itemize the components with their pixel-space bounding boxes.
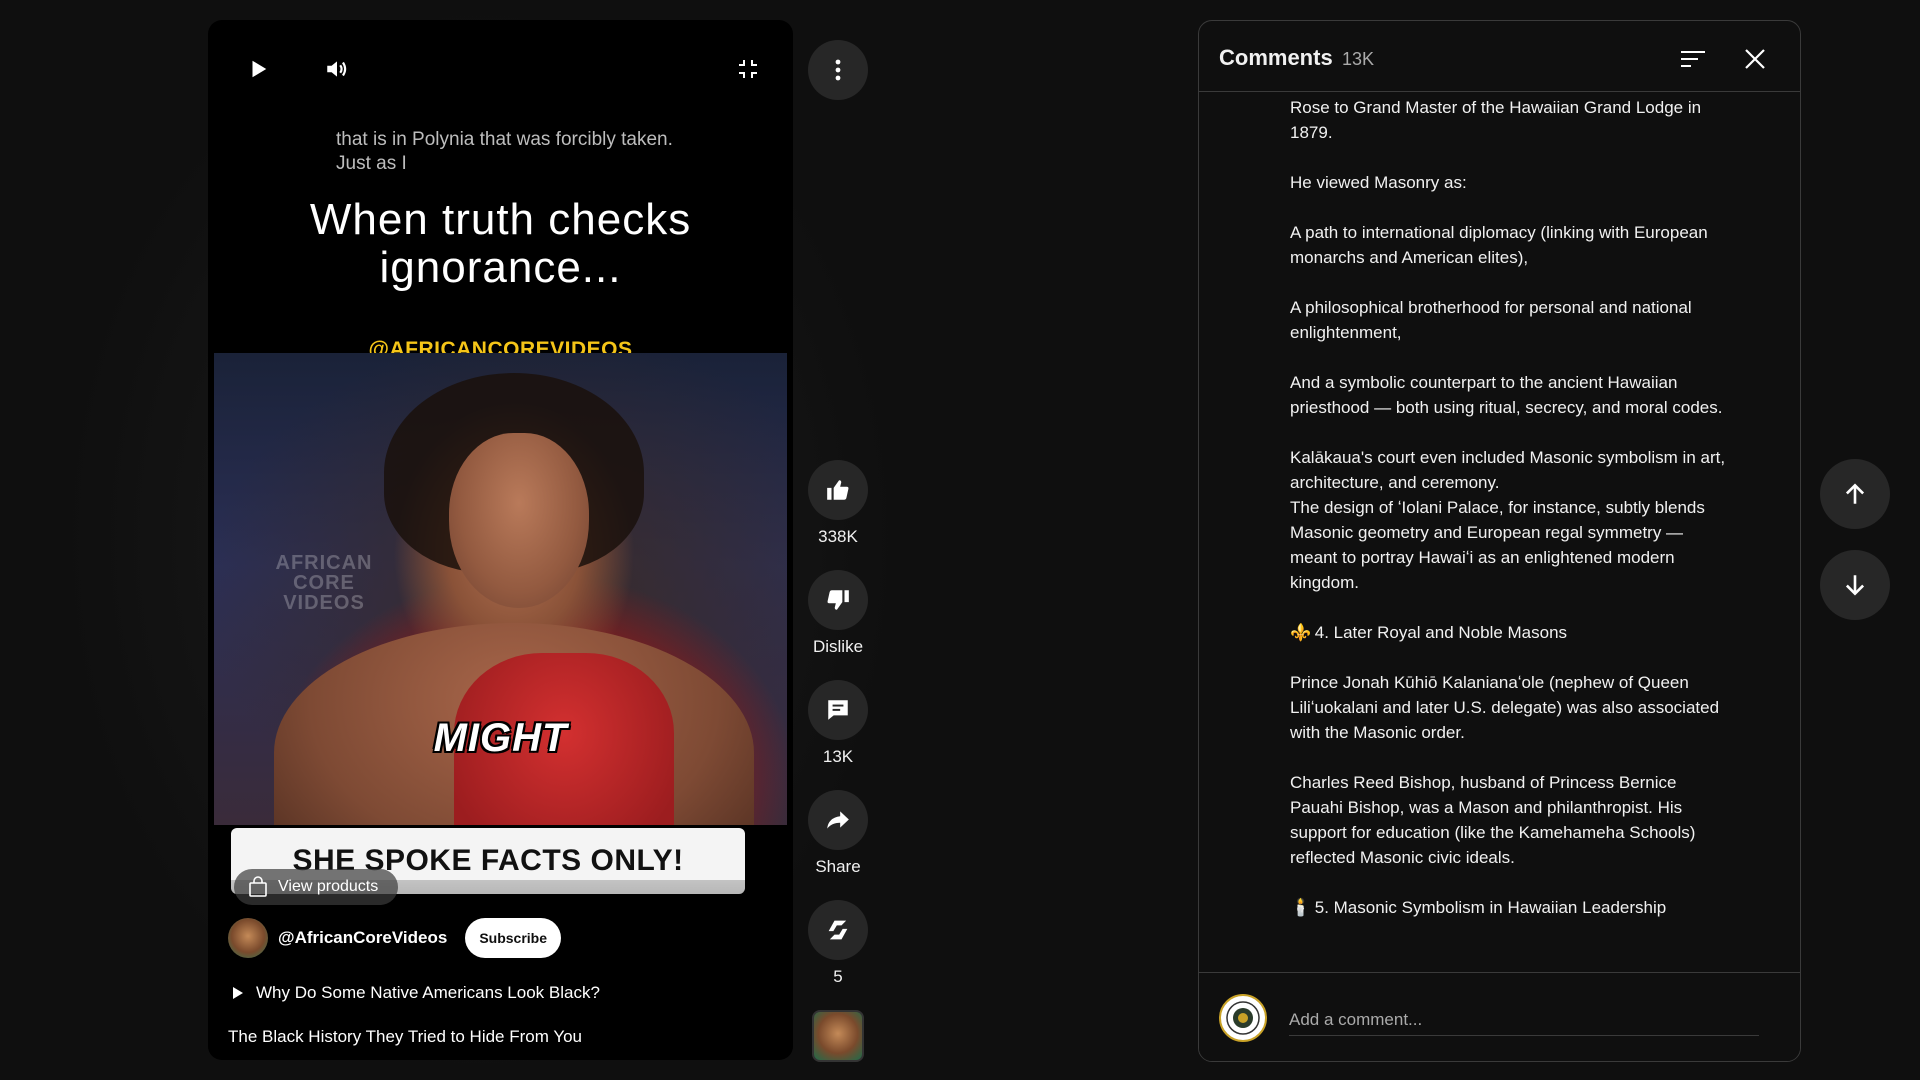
comment-paragraph: Prince Jonah Kūhiō Kalanianaʻole (nephew… — [1290, 673, 1720, 742]
fullscreen-exit-icon — [739, 60, 757, 78]
channel-row: @AfricanCoreVideos Subscribe — [228, 918, 562, 958]
video-headline-text: When truth checks ignorance... — [208, 196, 793, 292]
comments-button[interactable] — [808, 680, 868, 740]
play-icon — [233, 987, 243, 999]
channel-name-link[interactable]: @AfricanCoreVideos — [278, 928, 447, 948]
arrow-down-icon — [1845, 575, 1865, 596]
play-icon — [252, 60, 267, 78]
comment-section-heading: 🕯️ 5. Masonic Symbolism in Hawaiian Lead… — [1290, 895, 1730, 920]
sort-comments-button[interactable] — [1673, 39, 1713, 79]
comment-count: 13K — [822, 747, 854, 766]
volume-icon — [327, 61, 347, 77]
seal-icon — [1226, 1001, 1260, 1035]
view-products-button[interactable]: View products — [234, 869, 399, 905]
user-avatar[interactable] — [1219, 994, 1267, 1042]
exit-fullscreen-button[interactable] — [728, 49, 768, 89]
related-video-title: Why Do Some Native Americans Look Black? — [256, 983, 600, 1002]
channel-avatar[interactable] — [228, 918, 268, 958]
share-label: Share — [815, 857, 861, 876]
live-caption: that is in Polynia that was forcibly tak… — [336, 129, 673, 174]
add-comment-input[interactable] — [1289, 1005, 1759, 1036]
comment-composer — [1199, 972, 1800, 1061]
comment-text: Rose to Grand Master of the Hawaiian Gra… — [1290, 95, 1730, 985]
next-video-button[interactable] — [1820, 550, 1890, 620]
more-vert-icon — [835, 59, 841, 81]
related-video-link[interactable]: Why Do Some Native Americans Look Black? — [232, 983, 600, 1003]
headline-line-2: ignorance... — [379, 243, 622, 292]
comment-paragraph: Kalākaua's court even included Masonic s… — [1290, 448, 1726, 492]
comment-paragraph: He viewed Masonry as: — [1290, 173, 1467, 192]
audio-source-thumbnail[interactable] — [812, 1010, 864, 1062]
comment-icon — [828, 700, 848, 720]
play-button[interactable] — [238, 49, 278, 89]
comment-paragraph: A philosophical brotherhood for personal… — [1290, 298, 1692, 342]
remix-button[interactable] — [808, 900, 868, 960]
comments-count: 13K — [1342, 49, 1375, 69]
thumb-up-icon — [827, 480, 849, 500]
video-title: The Black History They Tried to Hide Fro… — [228, 1027, 583, 1046]
on-screen-caption-word: MIGHT — [433, 716, 568, 760]
comments-header: Comments 13K — [1199, 21, 1800, 92]
comments-panel: Comments 13K Rose to Grand Master of the… — [1198, 20, 1801, 1062]
more-options-button[interactable] — [808, 40, 868, 100]
comment-paragraph: Rose to Grand Master of the Hawaiian Gra… — [1290, 98, 1702, 142]
channel-watermark: AFRICAN CORE VIDEOS — [275, 552, 373, 614]
like-count: 338K — [818, 527, 858, 546]
arrow-up-icon — [1845, 483, 1865, 504]
previous-video-button[interactable] — [1820, 459, 1890, 529]
thumb-down-icon — [827, 590, 849, 610]
fleur-de-lis-icon: ⚜️ — [1290, 623, 1312, 642]
comment-paragraph: The design of ʻIolani Palace, for instan… — [1290, 498, 1705, 592]
figure-face — [449, 433, 589, 608]
subscribe-button[interactable]: Subscribe — [465, 918, 562, 958]
comment-paragraph: And a symbolic counterpart to the ancien… — [1290, 373, 1723, 417]
view-products-label: View products — [278, 878, 379, 895]
close-icon — [1745, 49, 1765, 69]
share-icon — [827, 811, 849, 829]
candle-icon: 🕯️ — [1290, 898, 1312, 917]
dislike-label: Dislike — [812, 637, 864, 656]
shopping-bag-icon — [249, 876, 267, 897]
comment-paragraph: A path to international diplomacy (linki… — [1290, 223, 1708, 267]
sort-icon — [1681, 51, 1705, 67]
remix-icon — [828, 920, 848, 940]
share-button[interactable] — [808, 790, 868, 850]
close-comments-button[interactable] — [1735, 39, 1775, 79]
comments-title: Comments — [1219, 45, 1333, 70]
comment-section-heading: ⚜️ 4. Later Royal and Noble Masons — [1290, 620, 1730, 645]
remix-count: 5 — [833, 967, 843, 986]
shorts-player[interactable]: that is in Polynia that was forcibly tak… — [208, 20, 793, 1060]
volume-button[interactable] — [317, 49, 357, 89]
headline-line-1: When truth checks — [309, 195, 692, 244]
dislike-button[interactable] — [808, 570, 868, 630]
comment-paragraph: Charles Reed Bishop, husband of Princess… — [1290, 773, 1696, 867]
like-button[interactable] — [808, 460, 868, 520]
